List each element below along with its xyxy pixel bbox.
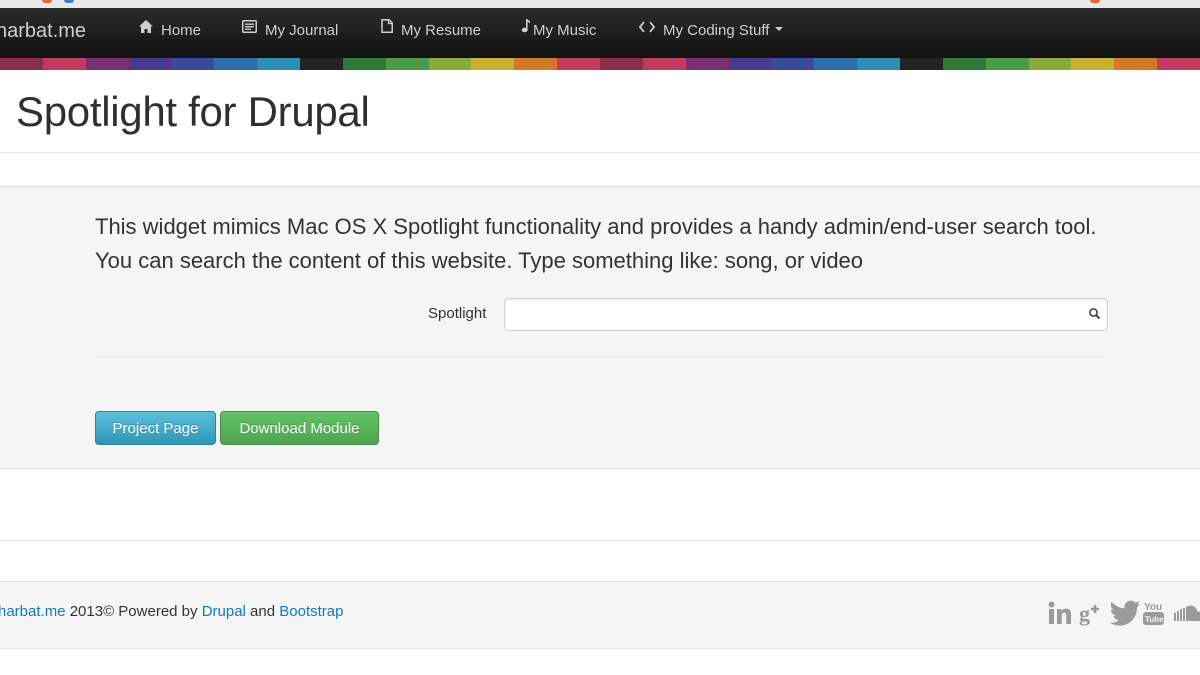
color-bar-segment	[300, 58, 343, 70]
color-bar-segment	[728, 58, 772, 70]
chevron-down-icon	[775, 27, 784, 32]
footer-and-text: and	[245, 603, 280, 620]
intro-text: This widget mimics Mac OS X Spotlight fu…	[95, 214, 1097, 273]
color-bar-segment	[514, 58, 558, 70]
color-bar-segment	[214, 58, 258, 70]
nav-item-label: My Coding Stuff	[663, 22, 770, 39]
footer-site-link[interactable]: harbat.me	[0, 603, 66, 620]
color-bar-segment	[942, 58, 986, 70]
music-note-icon	[521, 6, 530, 52]
color-bar-segment	[1028, 58, 1072, 70]
code-icon	[638, 6, 656, 52]
color-bar-segment	[1114, 58, 1158, 70]
home-icon	[139, 6, 153, 52]
nav-item-my-resume[interactable]: My Resume	[381, 8, 481, 58]
brand-link[interactable]: harbat.me	[0, 8, 86, 58]
color-bar-segment	[557, 58, 601, 70]
browser-tab-indicator	[64, 0, 74, 3]
color-bar-segment	[985, 58, 1029, 70]
spotlight-label: Spotlight	[428, 305, 487, 322]
svg-text:Tube: Tube	[1145, 615, 1164, 624]
nav-item-my-journal[interactable]: My Journal	[242, 8, 338, 58]
project-page-button[interactable]: Project Page	[95, 411, 216, 445]
nav-item-home[interactable]: Home	[139, 8, 201, 58]
browser-tab-indicator	[1090, 0, 1100, 3]
nav-item-label: My Resume	[401, 22, 482, 39]
color-bar-segment	[857, 58, 901, 70]
nav-item-label: My Music	[533, 22, 597, 39]
nav-item-label: My Journal	[265, 22, 339, 39]
soundcloud-icon[interactable]	[1171, 600, 1200, 628]
page-title: Spotlight for Drupal	[16, 88, 370, 135]
color-bar-segment	[600, 58, 643, 70]
file-icon	[381, 6, 393, 52]
google-plus-icon[interactable]: g	[1079, 600, 1105, 628]
footer-drupal-link[interactable]: Drupal	[202, 603, 246, 620]
nav-item-my-coding-stuff[interactable]: My Coding Stuff	[638, 6, 784, 58]
color-bar-segment	[85, 58, 129, 70]
browser-tab-indicator	[42, 0, 52, 3]
footer-text: harbat.me 2013© Powered by Drupal and Bo…	[0, 603, 343, 620]
svg-text:g: g	[1079, 601, 1090, 626]
youtube-icon[interactable]: You Tube	[1143, 600, 1165, 628]
download-module-button[interactable]: Download Module	[220, 411, 379, 445]
search-icon[interactable]	[1088, 307, 1102, 321]
linkedin-icon[interactable]	[1047, 600, 1073, 628]
divider	[95, 356, 1105, 357]
color-bar-segment	[342, 58, 386, 70]
color-bar-segment	[642, 58, 686, 70]
color-bar-segment	[128, 58, 172, 70]
twitter-icon[interactable]	[1109, 600, 1140, 628]
footer-bootstrap-link[interactable]: Bootstrap	[279, 603, 343, 620]
nav-item-label: Home	[161, 22, 202, 39]
browser-top-strip	[0, 0, 1200, 8]
decorative-color-bar	[0, 58, 1200, 70]
color-bar-segment	[1157, 58, 1200, 70]
svg-text:You: You	[1144, 602, 1162, 613]
divider	[0, 152, 1200, 153]
color-bar-segment	[428, 58, 472, 70]
color-bar-segment	[471, 58, 515, 70]
top-navbar: harbat.me Home My Journal My Resume My M…	[0, 8, 1200, 58]
color-bar-segment	[685, 58, 729, 70]
nav-item-my-music[interactable]: My Music	[521, 8, 596, 58]
color-bar-segment	[900, 58, 943, 70]
journal-icon	[242, 6, 257, 52]
color-bar-segment	[814, 58, 858, 70]
color-bar-segment	[1071, 58, 1115, 70]
color-bar-segment	[257, 58, 301, 70]
color-bar-segment	[42, 58, 86, 70]
divider	[0, 540, 1200, 541]
color-bar-segment	[385, 58, 429, 70]
footer-year-text: 2013© Powered by	[65, 603, 202, 620]
color-bar-segment	[0, 58, 43, 70]
color-bar-segment	[171, 58, 215, 70]
color-bar-segment	[771, 58, 815, 70]
spotlight-search-input[interactable]	[504, 298, 1108, 331]
